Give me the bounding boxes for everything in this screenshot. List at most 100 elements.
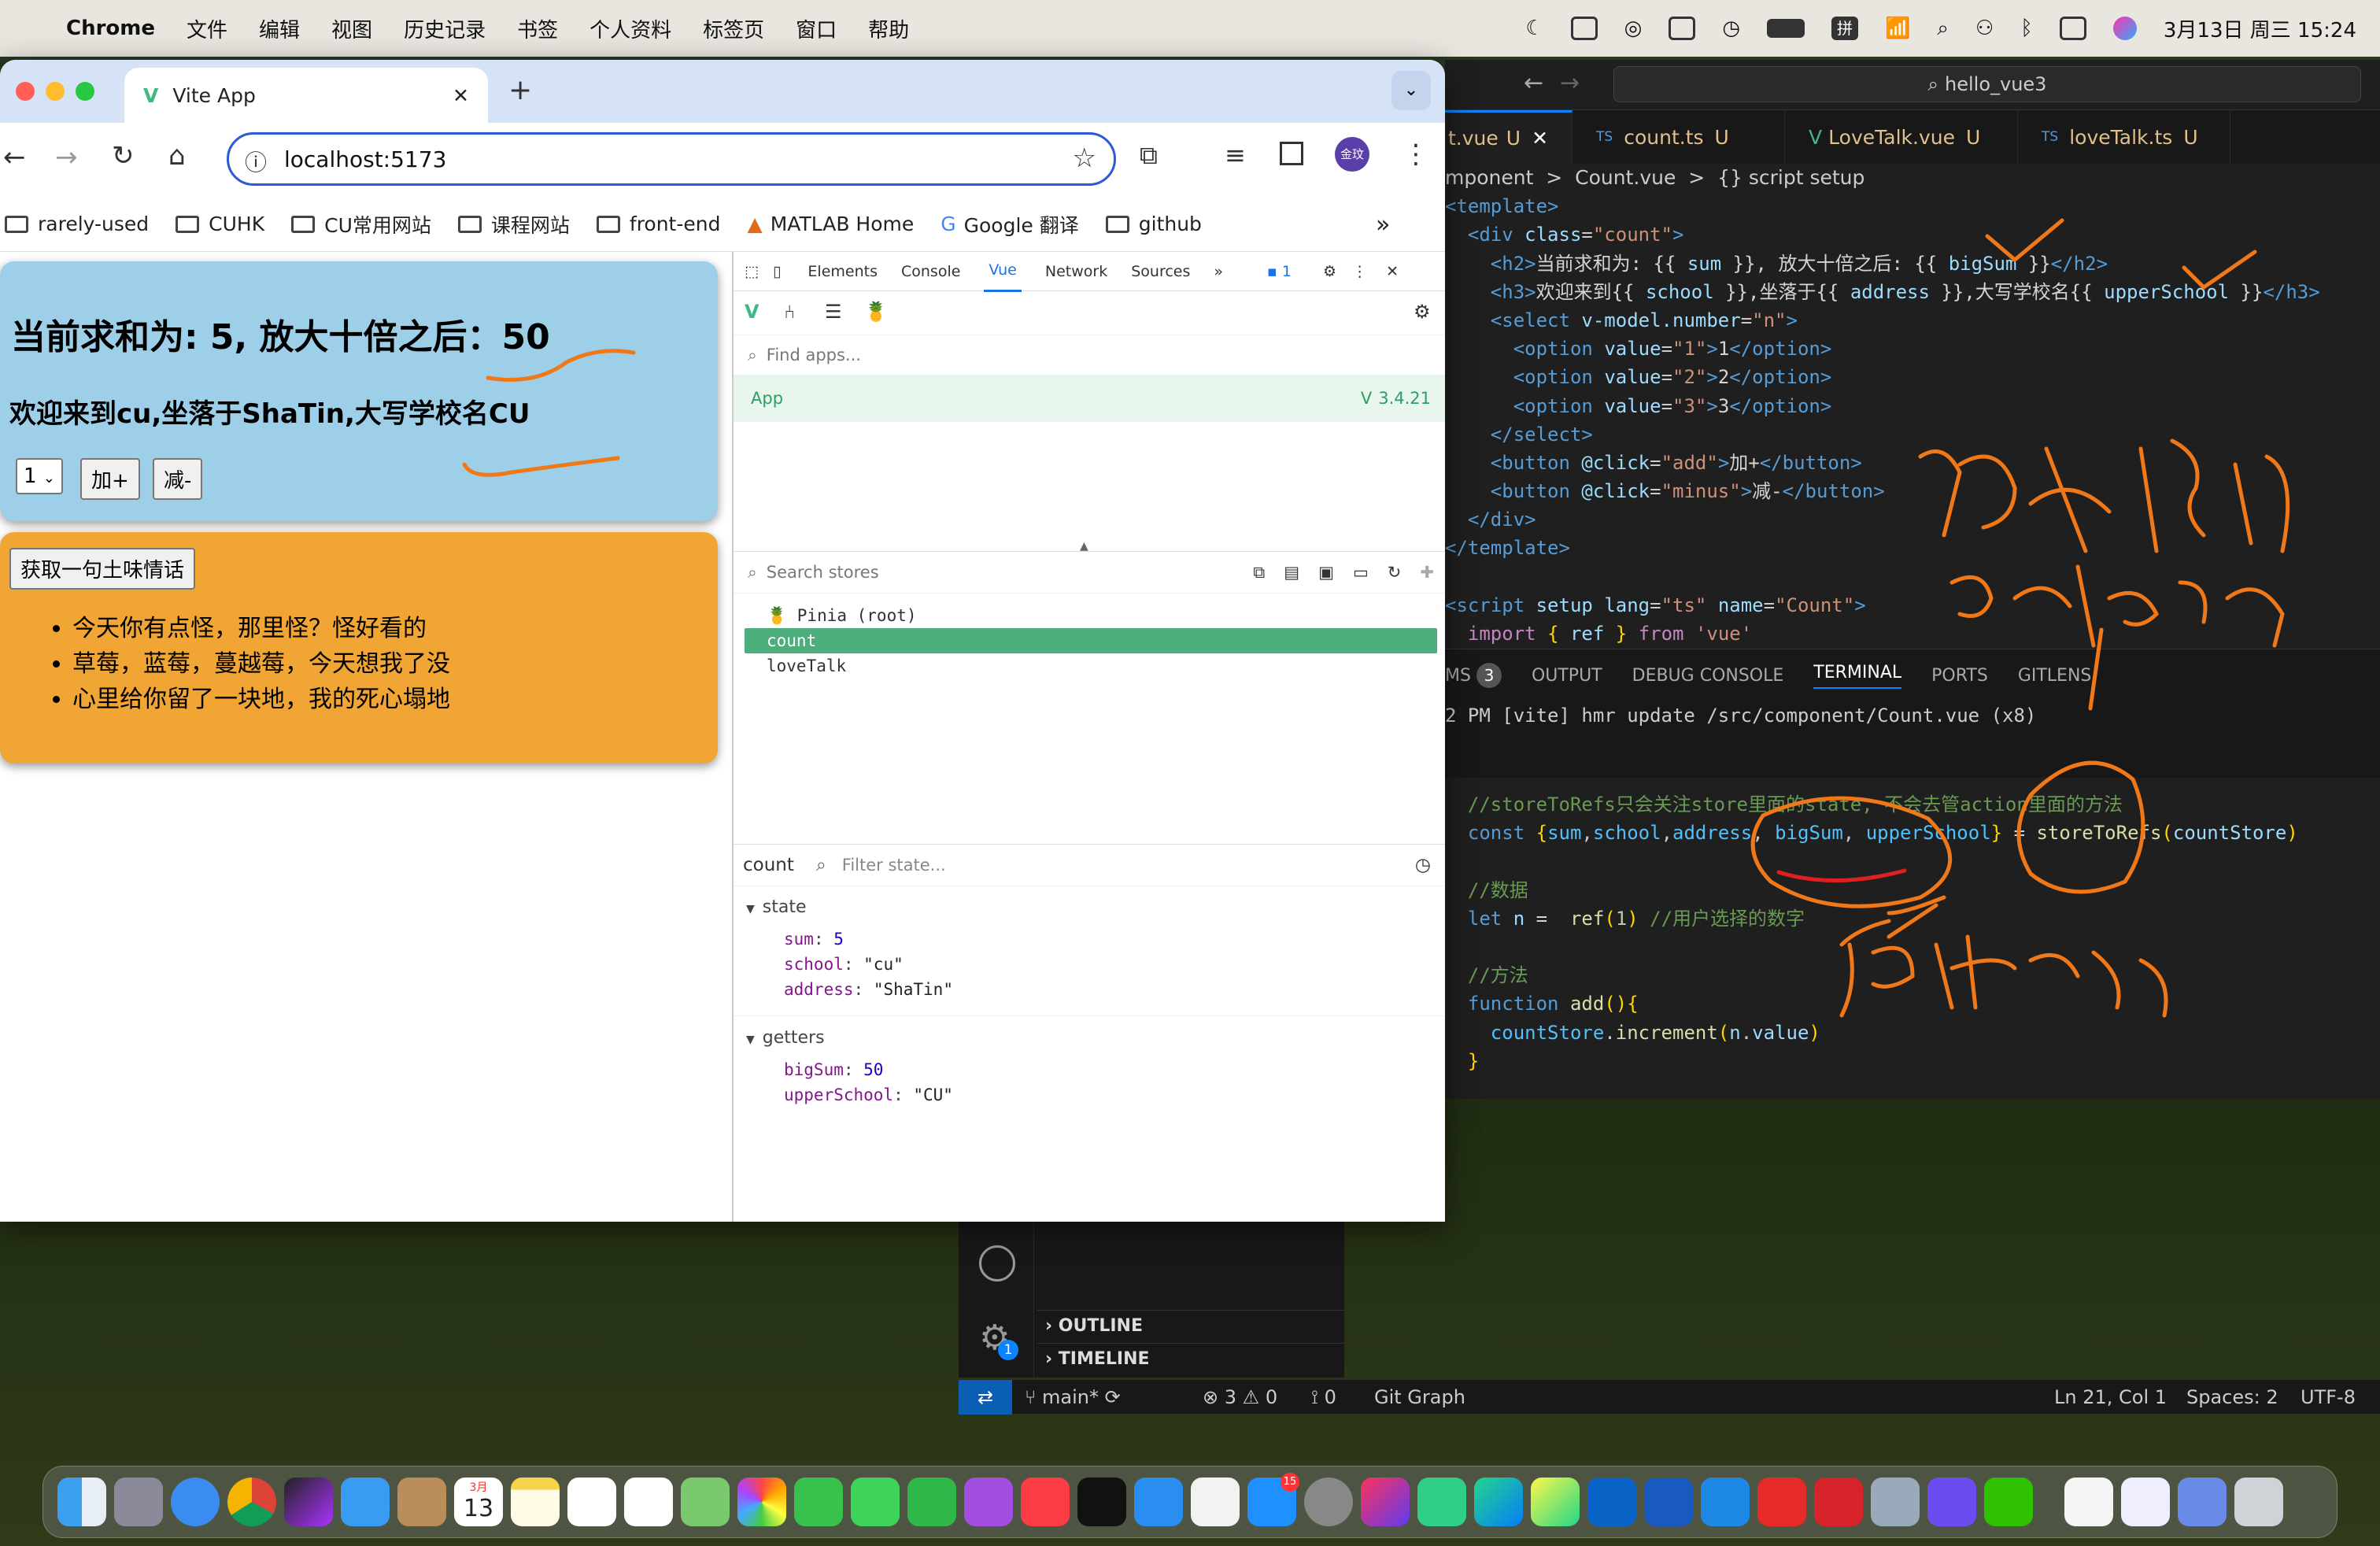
siri-app-icon[interactable]: [284, 1478, 333, 1526]
vscode-icon[interactable]: [1701, 1478, 1750, 1526]
menu-item-window[interactable]: 窗口: [796, 14, 837, 43]
close-icon[interactable]: ✕: [453, 84, 469, 107]
clion-icon[interactable]: [1474, 1478, 1523, 1526]
minimize-window-button[interactable]: [46, 82, 65, 101]
menu-item-profiles[interactable]: 个人资料: [589, 14, 671, 43]
more-bookmarks-icon[interactable]: »: [1376, 211, 1390, 239]
close-icon[interactable]: ✕: [1532, 127, 1548, 150]
folder-open-icon[interactable]: ▭: [1353, 563, 1369, 582]
safari-icon[interactable]: [171, 1478, 220, 1526]
menu-item-bookmarks[interactable]: 书签: [517, 14, 558, 43]
tab-debug-console[interactable]: DEBUG CONSOLE: [1632, 666, 1784, 686]
bluetooth-icon[interactable]: ᛒ: [2020, 17, 2033, 40]
reminders-icon[interactable]: [624, 1478, 673, 1526]
tab-problems[interactable]: MS 3: [1445, 663, 1502, 688]
bookmark-github[interactable]: github: [1105, 213, 1202, 235]
bookmark-front-end[interactable]: front-end: [596, 213, 720, 235]
history-icon[interactable]: ◷: [1415, 855, 1431, 875]
notes-icon[interactable]: [511, 1478, 560, 1526]
stage-manager-icon[interactable]: [1669, 17, 1696, 40]
bookmark-matlab[interactable]: ▲ MATLAB Home: [747, 213, 914, 235]
menu-app-name[interactable]: Chrome: [66, 17, 155, 40]
messages-icon[interactable]: [851, 1478, 900, 1526]
add-button[interactable]: 加+: [80, 458, 140, 500]
app-store-icon[interactable]: 15: [1247, 1473, 1299, 1526]
fetch-talk-button[interactable]: 获取一句土味情话: [9, 548, 196, 590]
find-apps-field[interactable]: ⌕ Find apps...: [734, 335, 1445, 375]
browser-tab[interactable]: V Vite App ✕: [124, 68, 488, 123]
address-bar[interactable]: ⓘ localhost:5173 ☆: [227, 132, 1116, 186]
more-tabs-icon[interactable]: »: [1214, 263, 1223, 280]
spotlight-icon[interactable]: ⌕: [1937, 17, 1949, 41]
bookmark-google-translate[interactable]: G Google 翻译: [941, 210, 1078, 239]
tab-gitlens[interactable]: GITLENS: [2018, 666, 2092, 686]
indentation[interactable]: Spaces: 2: [2186, 1386, 2278, 1408]
extensions-icon[interactable]: ⧉: [1140, 140, 1158, 171]
input-method-icon[interactable]: 拼: [1831, 17, 1859, 40]
podcasts-icon[interactable]: [964, 1478, 1013, 1526]
textedit-icon[interactable]: [1191, 1478, 1240, 1526]
youdao-icon[interactable]: [1814, 1478, 1863, 1526]
users-icon[interactable]: ⚇: [1975, 17, 1994, 40]
system-settings-icon[interactable]: [1304, 1478, 1353, 1526]
media-control-icon[interactable]: ≡: [1225, 140, 1246, 170]
mail-icon[interactable]: [341, 1478, 390, 1526]
issues-badge[interactable]: ▪ 1: [1267, 263, 1292, 280]
git-graph-button[interactable]: Git Graph: [1374, 1386, 1465, 1408]
apple-tv-icon[interactable]: [1077, 1478, 1126, 1526]
keynote-icon[interactable]: [1134, 1478, 1183, 1526]
back-button[interactable]: ←: [3, 142, 26, 173]
settings-icon[interactable]: ⚙: [1414, 301, 1431, 323]
trash-icon[interactable]: [2234, 1478, 2283, 1526]
code-editor[interactable]: mponent > Count.vue > {} script setup <t…: [1445, 164, 2380, 1072]
device-toolbar-icon[interactable]: ▯: [773, 263, 781, 280]
tab-vue[interactable]: Vue: [984, 250, 1022, 292]
tab-network[interactable]: Network: [1045, 263, 1107, 280]
launchpad-icon[interactable]: [114, 1478, 163, 1526]
wechat-status-icon[interactable]: ◎: [1624, 17, 1643, 40]
finder-icon[interactable]: [57, 1478, 106, 1526]
close-icon[interactable]: ✕: [1386, 263, 1399, 280]
chat-app-icon[interactable]: [1927, 1478, 1976, 1526]
plugin-icon[interactable]: ✚: [1420, 563, 1434, 582]
tab-elements[interactable]: Elements: [808, 263, 878, 280]
facetime-icon[interactable]: [794, 1478, 843, 1526]
home-button[interactable]: ⌂: [168, 140, 186, 172]
screen-mirror-icon[interactable]: [1570, 17, 1598, 40]
inspect-icon[interactable]: ⬚: [745, 263, 759, 280]
forward-button[interactable]: →: [55, 142, 78, 173]
store-item-root[interactable]: 🍍 Pinia (root): [745, 603, 1437, 628]
minus-button[interactable]: 减-: [153, 458, 203, 500]
back-arrow-icon[interactable]: ←: [1524, 69, 1543, 97]
bookmark-rarely-used[interactable]: rarely-used: [5, 213, 149, 235]
contacts-icon[interactable]: [397, 1478, 446, 1526]
cursor-position[interactable]: Ln 21, Col 1: [2054, 1386, 2167, 1408]
downloads-folder-icon[interactable]: [2178, 1478, 2227, 1526]
netease-music-icon[interactable]: [1757, 1478, 1806, 1526]
more-menu-icon[interactable]: ⋮: [1402, 139, 1429, 170]
reload-button[interactable]: ↻: [112, 140, 135, 172]
maps-icon[interactable]: [681, 1478, 730, 1526]
command-search[interactable]: ⌕ hello_vue3: [1613, 66, 2361, 102]
pycharm-ce-icon[interactable]: [1417, 1478, 1466, 1526]
refresh-icon[interactable]: ↻: [1388, 563, 1402, 582]
intellij-icon[interactable]: [1361, 1478, 1410, 1526]
ports-status[interactable]: ⟟ 0: [1311, 1386, 1336, 1408]
tab-search-button[interactable]: ⌄: [1391, 71, 1431, 110]
menu-item-help[interactable]: 帮助: [868, 14, 909, 43]
tab-lovetalk-vue[interactable]: V LoveTalk.vue U: [1785, 110, 2019, 164]
music-icon[interactable]: [1021, 1478, 1070, 1526]
remote-button[interactable]: ⇄: [959, 1380, 1012, 1415]
zoom-window-button[interactable]: [76, 82, 94, 101]
tab-count-ts[interactable]: TS count.ts U: [1572, 110, 1786, 164]
pycharm-icon[interactable]: [1531, 1478, 1580, 1526]
close-window-button[interactable]: [16, 82, 35, 101]
new-tab-button[interactable]: +: [508, 74, 532, 106]
preview-icon[interactable]: [1871, 1478, 1920, 1526]
number-select[interactable]: 1 ⌄: [16, 458, 63, 494]
tab-ports[interactable]: PORTS: [1931, 666, 1988, 686]
copy-icon[interactable]: ⧉: [1253, 563, 1265, 583]
git-branch[interactable]: ⑂ main* ⟳: [1025, 1386, 1121, 1408]
paste-icon[interactable]: ▤: [1284, 563, 1299, 582]
bookmark-cuhk[interactable]: CUHK: [176, 213, 264, 235]
